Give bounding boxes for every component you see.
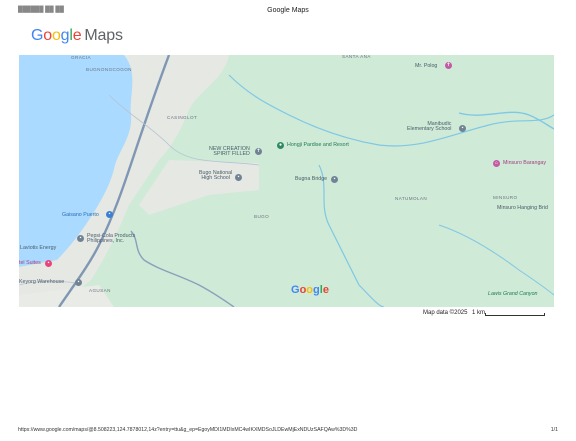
- logo-letter: e: [72, 27, 82, 44]
- river: [228, 74, 554, 147]
- poi-bugo-nhs-label[interactable]: Bugo National High School: [199, 170, 232, 182]
- school-icon[interactable]: ▪: [235, 174, 242, 181]
- logo-letter: o: [51, 27, 61, 44]
- scale-label: 1 km: [472, 310, 486, 316]
- area-label: BUGNONGCOGON: [86, 67, 132, 72]
- poi-manibudic-label[interactable]: Manibudic Elementary School: [407, 121, 451, 133]
- landmark-icon[interactable]: ▪: [77, 235, 84, 242]
- area-label: GRACIA: [71, 55, 92, 60]
- watermark-letter: e: [322, 284, 329, 296]
- map-graphics: [19, 55, 554, 307]
- poi-bugna-bridge-label[interactable]: Bugna Bridge: [295, 176, 327, 182]
- poi-lawis-label[interactable]: Lawis Grand Canyon: [488, 291, 537, 297]
- hotel-icon[interactable]: ▪: [45, 260, 52, 267]
- poi-new-creation-label[interactable]: NEW CREATION SPIRIT FILLED: [209, 146, 250, 158]
- area-label: BUGO: [254, 214, 270, 219]
- print-footer-page: 1/1: [550, 427, 558, 433]
- area-label: CASINGLOT: [167, 115, 198, 120]
- google-maps-logo: Google Maps: [31, 27, 123, 45]
- area-label: AGUSAN: [89, 288, 111, 293]
- watermark-letter: G: [291, 284, 300, 296]
- poi-hotel-label[interactable]: tel Suites: [19, 260, 41, 266]
- poi-minsuro-hanging-label[interactable]: Minsuro Hanging Brid: [497, 205, 548, 211]
- poi-ls-energy-label[interactable]: Laviotis Energy: [20, 245, 56, 251]
- logo-google: Google: [31, 27, 82, 44]
- school-icon[interactable]: ▪: [459, 125, 466, 132]
- landmark-icon[interactable]: ▪: [331, 176, 338, 183]
- river: [458, 111, 554, 130]
- poi-hongji-label[interactable]: Hongji Pardise and Resort: [287, 142, 349, 148]
- print-footer-url: https://www.google.com/maps/@8.508223,12…: [18, 427, 358, 433]
- shopping-icon[interactable]: ▪: [106, 211, 113, 218]
- map-canvas[interactable]: GRACIA SANTA ANA BUGNONGCOGON CASINGLOT …: [19, 55, 554, 307]
- poi-mr-polog-label[interactable]: Mr. Polog: [415, 63, 437, 69]
- poi-minsuro-barangay-label[interactable]: Minsuro Barangay: [503, 160, 546, 166]
- area-label: MINSURO: [493, 195, 518, 200]
- poi-pepsi-label[interactable]: Pepsi-Cola Products Philippines, Inc.: [87, 233, 135, 245]
- logo-maps: Maps: [84, 27, 123, 44]
- area-label: SANTA ANA: [342, 55, 371, 59]
- church-icon[interactable]: ✝: [445, 62, 452, 69]
- logo-letter: o: [43, 27, 52, 44]
- print-header-title: Google Maps: [267, 7, 309, 14]
- landmark-icon[interactable]: ⌂: [493, 160, 500, 167]
- google-watermark: Google: [291, 284, 329, 296]
- scale-bar: [485, 313, 545, 316]
- map-attribution: Map data ©2025: [423, 310, 468, 316]
- park-icon[interactable]: ●: [277, 142, 284, 149]
- urban-area-bugo: [139, 160, 259, 215]
- river: [438, 224, 554, 296]
- church-icon[interactable]: ✝: [255, 148, 262, 155]
- area-label: NATUMOLAN: [395, 196, 428, 201]
- landmark-icon[interactable]: ▪: [75, 279, 82, 286]
- watermark-letter: g: [313, 284, 320, 296]
- poi-warehouse-label[interactable]: Keyorg Warehouse: [19, 279, 64, 285]
- road: [130, 230, 235, 307]
- logo-letter: G: [31, 27, 44, 44]
- poi-gaisano-label[interactable]: Gaisano Puerto: [62, 212, 99, 218]
